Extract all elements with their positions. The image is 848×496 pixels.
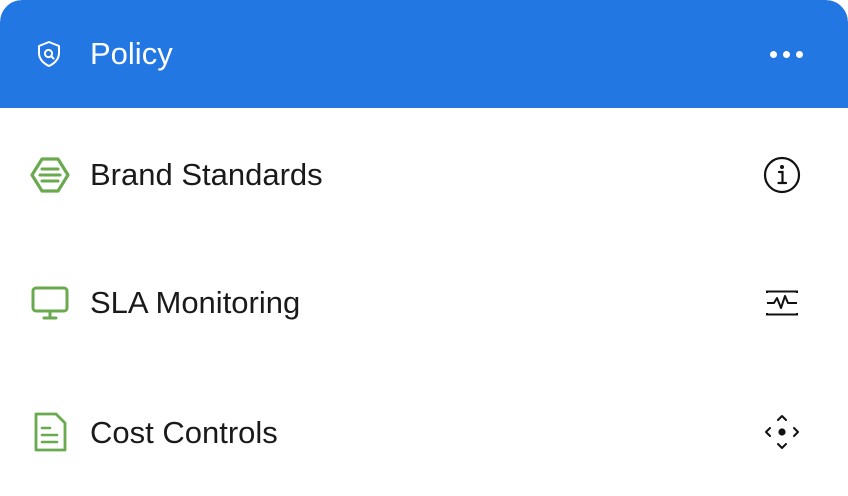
panel-header: Policy [0, 0, 848, 108]
stack-badge-icon [30, 157, 70, 193]
activity-pulse-icon[interactable] [762, 283, 802, 323]
shield-search-icon [38, 41, 60, 67]
page-title: Policy [90, 36, 173, 71]
policy-panel: Policy Brand Standards SLA Monitoring Co… [0, 0, 848, 496]
list-item-label: SLA Monitoring [90, 285, 301, 320]
document-lines-icon [34, 412, 67, 452]
move-arrows-icon[interactable] [762, 412, 802, 452]
list-item-cost-controls[interactable]: Cost Controls [0, 368, 848, 496]
info-icon[interactable] [762, 155, 802, 195]
more-options-button[interactable] [758, 36, 814, 72]
list-item-label: Brand Standards [90, 157, 323, 192]
more-horizontal-icon-dot [795, 50, 803, 58]
list-item-label: Cost Controls [90, 415, 278, 450]
more-horizontal-icon-dot [782, 50, 790, 58]
more-horizontal-icon-dot [769, 50, 777, 58]
list-item-brand-standards[interactable]: Brand Standards [0, 110, 848, 238]
list-item-sla-monitoring[interactable]: SLA Monitoring [0, 238, 848, 366]
monitor-icon [31, 286, 69, 320]
